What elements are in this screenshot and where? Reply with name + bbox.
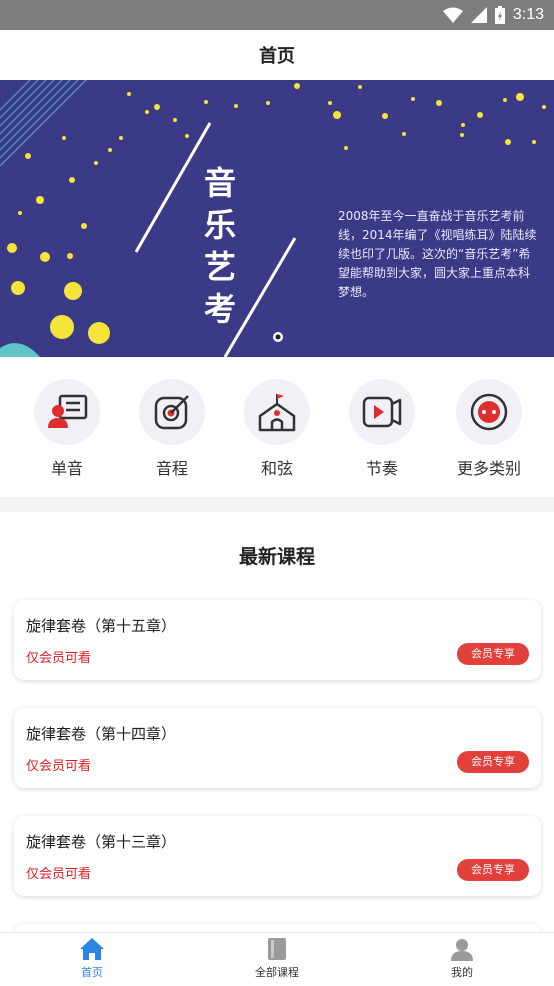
member-badge[interactable]: 会员专享 bbox=[457, 751, 529, 773]
banner-description: 2008年至今一直奋战于音乐艺考前线，2014年编了《视唱练耳》陆陆续续也印了几… bbox=[338, 209, 537, 299]
page-header: 首页 bbox=[0, 30, 554, 80]
category-single-note[interactable]: 单音 bbox=[22, 379, 112, 479]
signal-icon bbox=[470, 7, 487, 23]
category-chord[interactable]: 和弦 bbox=[232, 379, 322, 479]
category-label: 单音 bbox=[50, 459, 83, 478]
banner-title-char: 音 bbox=[203, 164, 236, 202]
wifi-icon bbox=[442, 7, 463, 23]
tab-label: 首页 bbox=[81, 966, 103, 979]
status-bar: 3:13 bbox=[0, 0, 554, 30]
course-access-note: 仅会员可看 bbox=[26, 759, 92, 774]
banner-vertical-title: 音 乐 艺 考 bbox=[198, 164, 242, 328]
member-badge[interactable]: 会员专享 bbox=[457, 859, 529, 881]
promo-banner[interactable]: 音 乐 艺 考 2008年至今一直奋战于音乐艺考前线，2014年编了《视唱练耳》… bbox=[0, 80, 554, 357]
tab-label: 全部课程 bbox=[255, 966, 299, 979]
tab-label: 我的 bbox=[451, 966, 473, 979]
course-access-note: 仅会员可看 bbox=[26, 651, 92, 666]
course-card[interactable]: 旋律套卷（第十三章） 仅会员可看 会员专享 bbox=[14, 816, 541, 896]
category-label: 音程 bbox=[155, 459, 188, 478]
page-title: 首页 bbox=[259, 46, 295, 67]
course-access-note: 仅会员可看 bbox=[26, 867, 92, 882]
course-title: 旋律套卷（第十三章） bbox=[26, 833, 177, 851]
course-card[interactable]: 旋律套卷（第十四章） 仅会员可看 会员专享 bbox=[14, 708, 541, 788]
section-heading: 最新课程 bbox=[238, 546, 315, 568]
banner-title-char: 艺 bbox=[203, 248, 236, 286]
banner-title-char: 乐 bbox=[203, 206, 236, 244]
category-rhythm[interactable]: 节奏 bbox=[337, 379, 427, 479]
member-badge[interactable]: 会员专享 bbox=[457, 643, 529, 665]
clock: 3:13 bbox=[512, 6, 544, 23]
category-interval[interactable]: 音程 bbox=[127, 379, 217, 479]
more-categories-icon bbox=[470, 393, 508, 431]
category-label: 更多类别 bbox=[456, 459, 521, 478]
single-note-icon bbox=[48, 394, 88, 428]
tab-mine[interactable]: 我的 bbox=[402, 937, 522, 980]
category-more[interactable]: 更多类别 bbox=[444, 379, 534, 479]
course-card[interactable]: 旋律套卷（第十五章） 仅会员可看 会员专享 bbox=[14, 600, 541, 680]
banner-title-char: 考 bbox=[203, 290, 236, 328]
course-title: 旋律套卷（第十四章） bbox=[26, 725, 177, 743]
tab-all-courses[interactable]: 全部课程 bbox=[217, 937, 337, 980]
home-icon bbox=[80, 938, 104, 960]
interval-icon bbox=[154, 395, 189, 430]
book-icon bbox=[268, 938, 286, 960]
category-bar: 单音 音程 和弦 节奏 更多类别 bbox=[0, 357, 554, 497]
bottom-tab-bar: 首页 全部课程 我的 bbox=[0, 932, 554, 986]
banner-page-indicator[interactable] bbox=[272, 331, 284, 343]
latest-courses-section: 最新课程 旋律套卷（第十五章） 仅会员可看 会员专享 旋律套卷（第十四章） 仅会… bbox=[0, 512, 554, 986]
battery-icon bbox=[494, 6, 505, 24]
rhythm-icon bbox=[362, 396, 402, 428]
category-label: 和弦 bbox=[260, 459, 293, 478]
category-label: 节奏 bbox=[365, 459, 398, 478]
tab-home[interactable]: 首页 bbox=[32, 937, 152, 980]
chord-icon bbox=[258, 394, 296, 432]
course-title: 旋律套卷（第十五章） bbox=[26, 617, 177, 635]
user-icon bbox=[451, 939, 473, 961]
